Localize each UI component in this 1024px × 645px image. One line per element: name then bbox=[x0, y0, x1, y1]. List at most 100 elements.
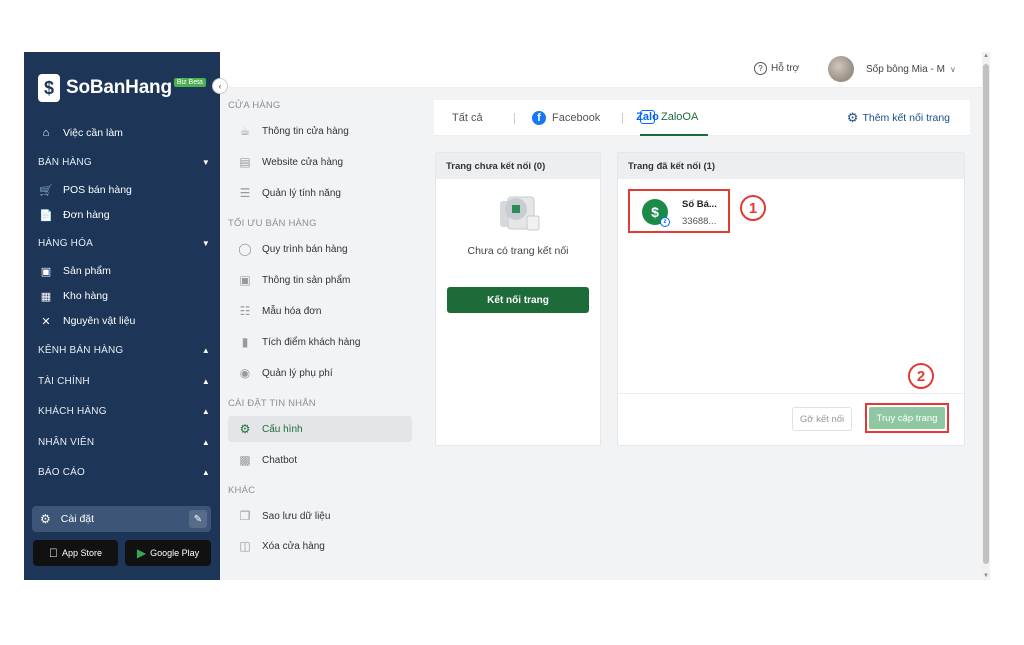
app-store-button[interactable]:  App Store bbox=[33, 540, 118, 566]
menu-item-features[interactable]: ☰ Quản lý tính năng bbox=[228, 180, 412, 206]
visit-page-button[interactable]: Truy cập trang bbox=[869, 407, 945, 429]
question-icon: ? bbox=[754, 62, 767, 75]
menu-item-delete-store[interactable]: ◫ Xóa cửa hàng bbox=[228, 533, 412, 559]
tab-zalooa[interactable]: Zalo ZaloOA bbox=[636, 100, 709, 136]
menu-item-store-info[interactable]: ☕ Thông tin cửa hàng bbox=[228, 118, 412, 144]
sidebar-item-products[interactable]: ▣ Sản phẩm bbox=[38, 260, 210, 282]
app-window: $ SoBanHang Biz Beta ⌂ Việc cần làm BÁN … bbox=[24, 52, 990, 580]
chevron-up-icon: ▲ bbox=[201, 376, 210, 386]
menu-item-label: Thông tin sản phẩm bbox=[262, 274, 351, 286]
connected-page-card[interactable]: $ z Số Bá... 33688... bbox=[628, 189, 730, 233]
empty-pages-illustration bbox=[500, 196, 540, 231]
robot-icon: ▩ bbox=[239, 453, 251, 467]
settings-menu: CỬA HÀNG ☕ Thông tin cửa hàng ▤ Website cử… bbox=[220, 88, 422, 580]
warehouse-icon: ▦ bbox=[40, 290, 52, 303]
top-bar: ? Hỗ trợ Sốp bông Mia - M ∨ bbox=[220, 52, 982, 88]
basket-icon: ◯ bbox=[238, 242, 252, 256]
menu-item-chatbot[interactable]: ▩ Chatbot bbox=[228, 447, 412, 473]
empty-state-text: Chưa có trang kết nối bbox=[467, 245, 569, 257]
gear-icon: ⚙ bbox=[239, 422, 251, 436]
sidebar-item-pos[interactable]: 🛒 POS bán hàng bbox=[38, 179, 210, 201]
sidebar-item-warehouse[interactable]: ▦ Kho hàng bbox=[38, 285, 210, 307]
scroll-down-icon[interactable]: ▼ bbox=[982, 573, 990, 579]
sidebar-item-orders[interactable]: 📄 Đơn hàng bbox=[38, 204, 210, 226]
menu-item-label: Quản lý phụ phí bbox=[262, 367, 333, 379]
sidebar-item-label: Đơn hàng bbox=[63, 209, 110, 221]
sidebar-section-staff[interactable]: NHÂN VIÊN ▲ bbox=[38, 433, 210, 451]
visit-page-highlight: Truy cập trang bbox=[865, 403, 949, 433]
chevron-up-icon: ▲ bbox=[201, 437, 210, 447]
menu-item-product-info[interactable]: ▣ Thông tin sản phẩm bbox=[228, 267, 412, 293]
section-label: BÁN HÀNG bbox=[38, 156, 92, 168]
scrollbar-thumb[interactable] bbox=[983, 64, 989, 564]
section-label: KÊNH BÁN HÀNG bbox=[38, 344, 124, 356]
bookmark-icon: ▮ bbox=[241, 335, 249, 349]
main-content: Tất cả f Facebook Zalo ZaloOA ⚙ Thêm kết… bbox=[422, 88, 982, 580]
chevron-down-icon: ▼ bbox=[201, 238, 210, 248]
sidebar-item-todo[interactable]: ⌂ Việc cần làm bbox=[38, 122, 210, 144]
box-icon: ▣ bbox=[40, 265, 52, 278]
tab-divider bbox=[514, 113, 515, 124]
collapse-sidebar-button[interactable]: ‹ bbox=[212, 78, 228, 94]
user-menu[interactable]: Sốp bông Mia - M ∨ bbox=[828, 56, 956, 82]
chevron-down-icon: ∨ bbox=[949, 64, 956, 74]
menu-item-label: Mẫu hóa đơn bbox=[262, 305, 322, 317]
disconnect-button[interactable]: Gỡ kết nối bbox=[792, 407, 852, 431]
menu-item-surcharge[interactable]: ◉ Quản lý phụ phí bbox=[228, 360, 412, 386]
user-name: Sốp bông Mia - M bbox=[866, 63, 945, 75]
vertical-scrollbar[interactable]: ▲ ▼ bbox=[982, 52, 990, 580]
menu-item-backup[interactable]: ❐ Sao lưu dữ liệu bbox=[228, 503, 412, 529]
facebook-icon: f bbox=[532, 111, 546, 125]
sidebar-section-reports[interactable]: BÁO CÁO ▲ bbox=[38, 463, 210, 481]
gear-icon: ⚙ bbox=[40, 512, 51, 526]
tab-facebook[interactable]: f Facebook bbox=[532, 100, 600, 136]
help-link[interactable]: ? Hỗ trợ bbox=[754, 62, 799, 75]
sidebar-section-goods[interactable]: HÀNG HÓA ▼ bbox=[38, 234, 210, 252]
menu-item-label: Quản lý tính năng bbox=[262, 187, 341, 199]
section-label: HÀNG HÓA bbox=[38, 237, 93, 249]
app-store-label: App Store bbox=[57, 548, 102, 558]
tab-all[interactable]: Tất cả bbox=[452, 100, 483, 136]
menu-item-loyalty[interactable]: ▮ Tích điểm khách hàng bbox=[228, 329, 412, 355]
sidebar-item-settings[interactable]: ⚙ Cài đặt ✎ bbox=[32, 506, 211, 532]
tab-divider bbox=[622, 113, 623, 124]
sidebar-section-sales[interactable]: BÁN HÀNG ▼ bbox=[38, 153, 210, 171]
help-label: Hỗ trợ bbox=[771, 63, 800, 74]
sidebar-section-customers[interactable]: KHÁCH HÀNG ▲ bbox=[38, 402, 210, 420]
menu-section-store: CỬA HÀNG bbox=[228, 100, 281, 111]
avatar bbox=[828, 56, 854, 82]
google-play-button[interactable]: ▶ Google Play bbox=[125, 540, 211, 566]
brand-logo[interactable]: $ SoBanHang Biz Beta bbox=[38, 74, 206, 102]
connect-page-button[interactable]: Kết nối trang bbox=[447, 287, 589, 313]
menu-item-invoice-template[interactable]: ☷ Mẫu hóa đơn bbox=[228, 298, 412, 324]
menu-item-label: Sao lưu dữ liệu bbox=[262, 510, 331, 522]
archive-icon: ▣ bbox=[239, 273, 251, 287]
utensils-icon: ✕ bbox=[41, 315, 51, 328]
annotation-marker-2: 2 bbox=[908, 363, 934, 389]
section-label: KHÁCH HÀNG bbox=[38, 405, 107, 417]
sidebar-section-channels[interactable]: KÊNH BÁN HÀNG ▲ bbox=[38, 341, 210, 359]
scroll-up-icon[interactable]: ▲ bbox=[982, 53, 990, 59]
menu-item-configuration[interactable]: ⚙ Cấu hình bbox=[228, 416, 412, 442]
menu-item-label: Chatbot bbox=[262, 454, 298, 466]
apple-icon:  bbox=[49, 546, 58, 560]
panel-title: Trang đã kết nối (1) bbox=[618, 153, 964, 179]
sidebar-section-finance[interactable]: TÀI CHÍNH ▲ bbox=[38, 372, 210, 390]
add-connection-button[interactable]: ⚙ Thêm kết nối trang bbox=[847, 100, 950, 136]
pencil-icon[interactable]: ✎ bbox=[189, 510, 207, 528]
menu-section-optimize: TỐI ƯU BÁN HÀNG bbox=[228, 218, 317, 229]
google-play-label: Google Play bbox=[150, 548, 200, 558]
document-icon: 📄 bbox=[39, 209, 53, 222]
trash-icon: ◫ bbox=[239, 539, 251, 553]
sidebar-item-materials[interactable]: ✕ Nguyên vật liệu bbox=[38, 310, 210, 332]
brand-badge: Biz Beta bbox=[173, 77, 206, 87]
menu-item-website[interactable]: ▤ Website cửa hàng bbox=[228, 149, 412, 175]
sidebar-item-label: POS bán hàng bbox=[63, 184, 132, 196]
menu-item-label: Xóa cửa hàng bbox=[262, 540, 325, 552]
menu-item-sales-process[interactable]: ◯ Quy trình bán hàng bbox=[228, 236, 412, 262]
sidebar: $ SoBanHang Biz Beta ⌂ Việc cần làm BÁN … bbox=[24, 52, 220, 580]
menu-item-label: Cấu hình bbox=[262, 423, 303, 435]
gear-icon: ⚙ bbox=[846, 110, 859, 125]
section-label: TÀI CHÍNH bbox=[38, 375, 90, 387]
connected-pages-panel: Trang đã kết nối (1) $ z Số Bá... 33688.… bbox=[617, 152, 965, 446]
